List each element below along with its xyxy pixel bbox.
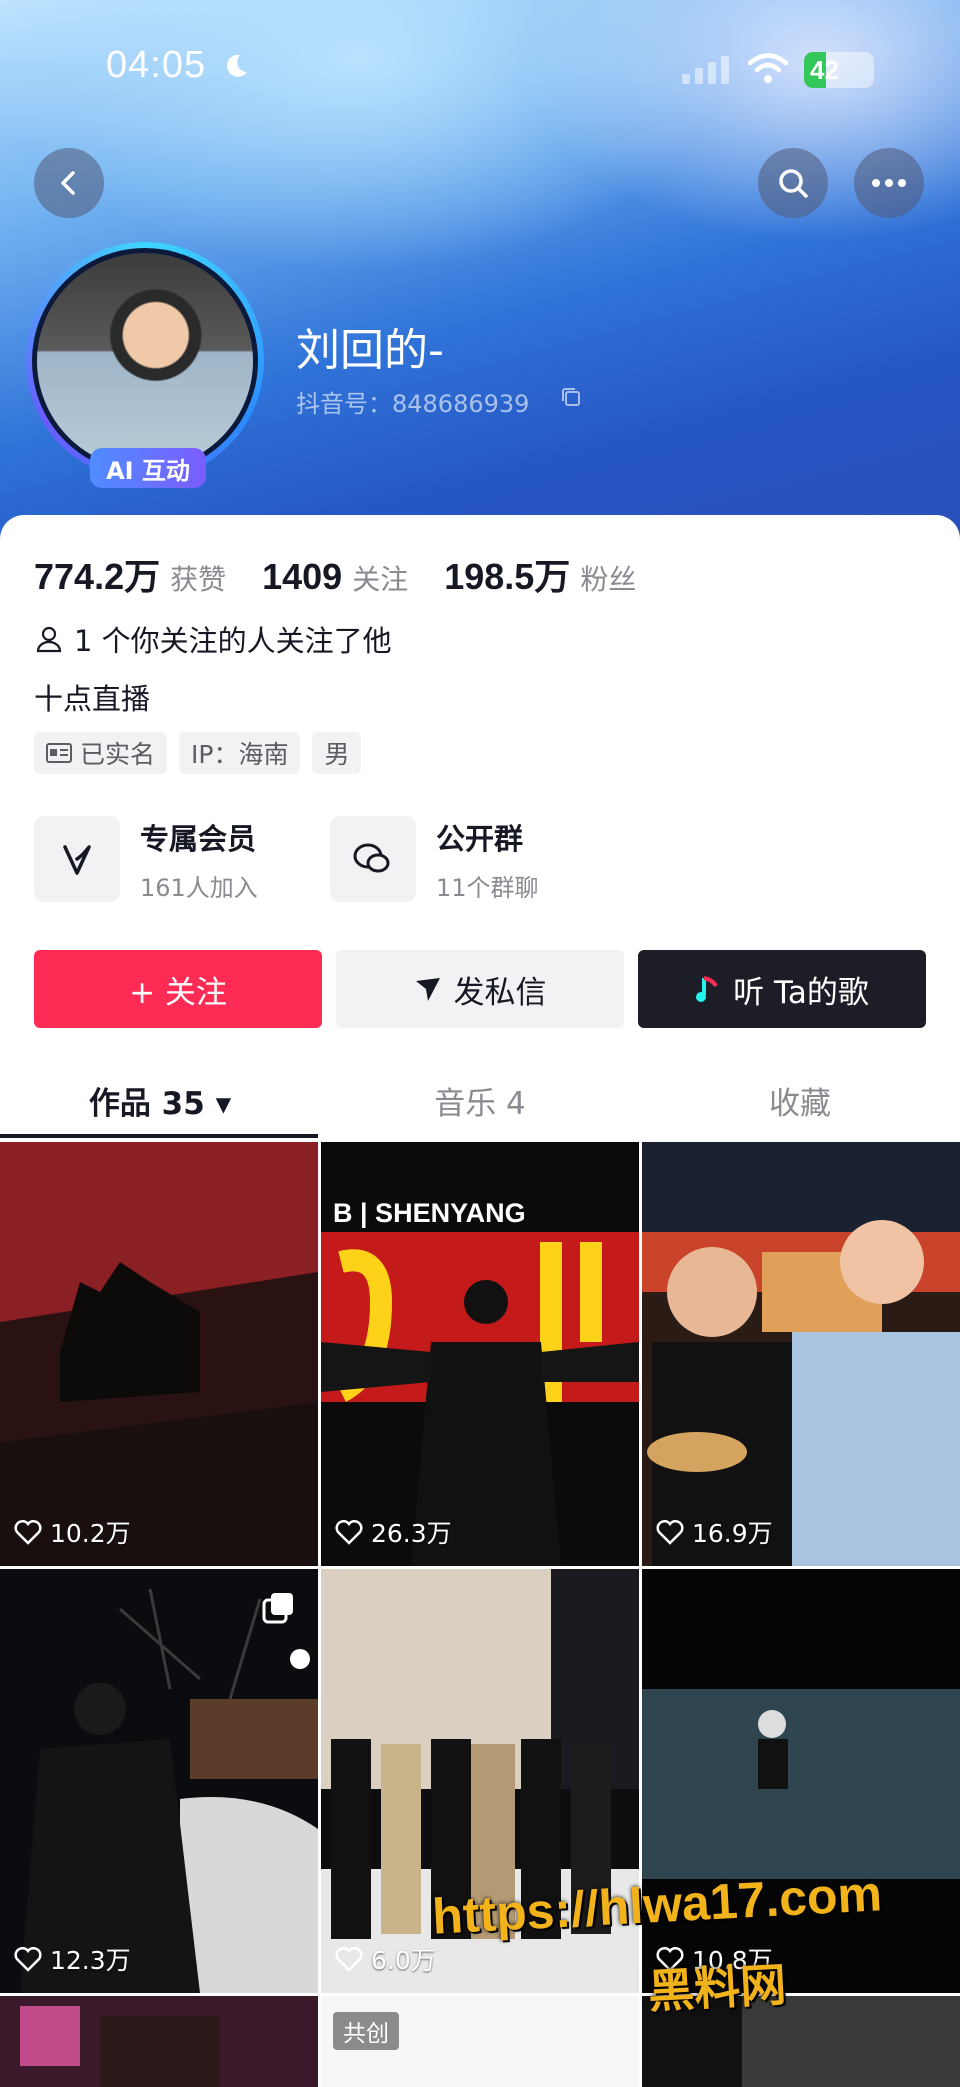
member-title: 专属会员 <box>140 821 257 856</box>
search-icon <box>779 169 808 198</box>
more-icon <box>872 179 906 187</box>
heart-icon <box>335 1946 363 1972</box>
video-likes-count: 6.0万 <box>371 1946 436 1975</box>
video-likes-count: 16.9万 <box>692 1519 773 1548</box>
listen-song-button[interactable]: 听 Ta的歌 <box>638 950 926 1028</box>
verified-tag: 已实名 <box>34 732 168 774</box>
video-likes: 16.9万 <box>656 1514 773 1550</box>
video-likes-count: 12.3万 <box>50 1946 131 1975</box>
moon-icon <box>226 54 247 77</box>
group-feature[interactable]: 公开群 11个群聊 <box>330 816 539 902</box>
song-label: 听 Ta的歌 <box>733 974 869 1011</box>
profile-tags: 已实名 IP：海南 男 <box>34 732 362 774</box>
heart-icon <box>656 1519 684 1545</box>
watermark-name: 黑料网 <box>646 1957 788 2019</box>
active-tab-indicator <box>0 1134 318 1138</box>
video-thumbnail-image <box>642 1142 960 1566</box>
video-thumbnail[interactable] <box>0 1996 318 2087</box>
profile-name: 刘回的- <box>296 325 444 376</box>
video-sign-text: B | SHENYANG <box>333 1198 526 1228</box>
video-thumbnail[interactable]: 10.2万 <box>0 1142 318 1566</box>
group-title: 公开群 <box>436 821 524 856</box>
tab-favorites[interactable]: 收藏 <box>640 1078 960 1123</box>
ip-tag: IP：海南 <box>179 732 301 774</box>
member-feature[interactable]: 专属会员 161人加入 <box>34 816 258 902</box>
follow-label: + 关注 <box>129 974 227 1011</box>
mutual-follow-row[interactable]: 1 个你关注的人关注了他 <box>34 618 392 660</box>
heart-icon <box>14 1519 42 1545</box>
wifi-icon <box>748 53 788 83</box>
mutual-follow-text: 1 个你关注的人关注了他 <box>74 624 392 658</box>
message-label: 发私信 <box>453 974 547 1011</box>
person-icon <box>36 626 62 653</box>
video-likes: 26.3万 <box>335 1514 452 1550</box>
video-thumbnail-image <box>0 1569 318 1993</box>
verified-text: 已实名 <box>80 740 156 769</box>
music-note-icon <box>696 976 718 1002</box>
likes-count[interactable]: 774.2万 <box>34 548 160 600</box>
video-thumbnail[interactable]: 12.3万 <box>0 1569 318 1993</box>
video-likes: 12.3万 <box>14 1941 131 1977</box>
ip-text: IP：海南 <box>191 740 289 769</box>
bio-text: 十点直播 <box>34 682 151 716</box>
video-likes-count: 10.2万 <box>50 1519 131 1548</box>
copy-icon[interactable] <box>560 386 582 408</box>
heart-icon <box>335 1519 363 1545</box>
video-thumbnail-image <box>0 1996 318 2087</box>
followers-label: 粉丝 <box>580 563 637 596</box>
video-thumbnail[interactable]: 共创 <box>321 1996 639 2087</box>
battery-indicator: 42 <box>804 52 874 88</box>
more-button[interactable] <box>854 148 924 218</box>
profile-stats: 774.2万 获赞 1409 关注 198.5万 粉丝 <box>34 548 672 598</box>
video-likes: 10.2万 <box>14 1514 131 1550</box>
group-subtitle: 11个群聊 <box>436 873 539 902</box>
video-thumbnail[interactable]: B | SHENYANG 26.3万 <box>321 1142 639 1566</box>
following-label: 关注 <box>352 563 409 596</box>
status-time: 04:05 <box>106 44 207 86</box>
id-card-icon <box>46 743 72 763</box>
avatar <box>32 248 258 474</box>
followers-count[interactable]: 198.5万 <box>444 548 570 600</box>
douyin-id: 抖音号：848686939 <box>296 390 530 418</box>
video-thumbnail[interactable]: 16.9万 <box>642 1142 960 1566</box>
tab-music[interactable]: 音乐 4 <box>320 1078 640 1123</box>
heart-icon <box>14 1946 42 1972</box>
v-logo-icon <box>34 816 120 902</box>
ai-interaction-badge[interactable]: AI 互动 <box>90 448 206 488</box>
avatar-ring[interactable] <box>26 242 264 480</box>
cellular-signal-icon <box>682 56 729 84</box>
video-thumbnail-image <box>0 1142 318 1566</box>
multi-image-icon <box>262 1593 293 1624</box>
gender-text: 男 <box>324 740 350 769</box>
chevron-left-icon <box>61 171 75 195</box>
send-icon <box>415 978 440 1001</box>
profile-tabs: 作品 35 ▾ 音乐 4 收藏 <box>0 1060 960 1140</box>
gender-tag: 男 <box>312 732 362 774</box>
video-likes: 6.0万 <box>335 1941 436 1977</box>
message-button[interactable]: 发私信 <box>336 950 624 1028</box>
co-creation-badge: 共创 <box>333 2012 399 2050</box>
following-count[interactable]: 1409 <box>262 556 342 598</box>
likes-label: 获赞 <box>170 563 227 596</box>
tab-works[interactable]: 作品 35 ▾ <box>0 1078 320 1123</box>
status-bar: 04:05 42 <box>0 0 960 140</box>
follow-button[interactable]: + 关注 <box>34 950 322 1028</box>
video-grid: 10.2万 B | SHENYANG 26.3万 16.9万 12.3万 6.0… <box>0 1142 960 2087</box>
video-likes-count: 26.3万 <box>371 1519 452 1548</box>
back-button[interactable] <box>34 148 104 218</box>
group-chat-icon <box>330 816 416 902</box>
search-button[interactable] <box>758 148 828 218</box>
battery-text: 42 <box>810 55 839 85</box>
member-subtitle: 161人加入 <box>140 873 258 902</box>
